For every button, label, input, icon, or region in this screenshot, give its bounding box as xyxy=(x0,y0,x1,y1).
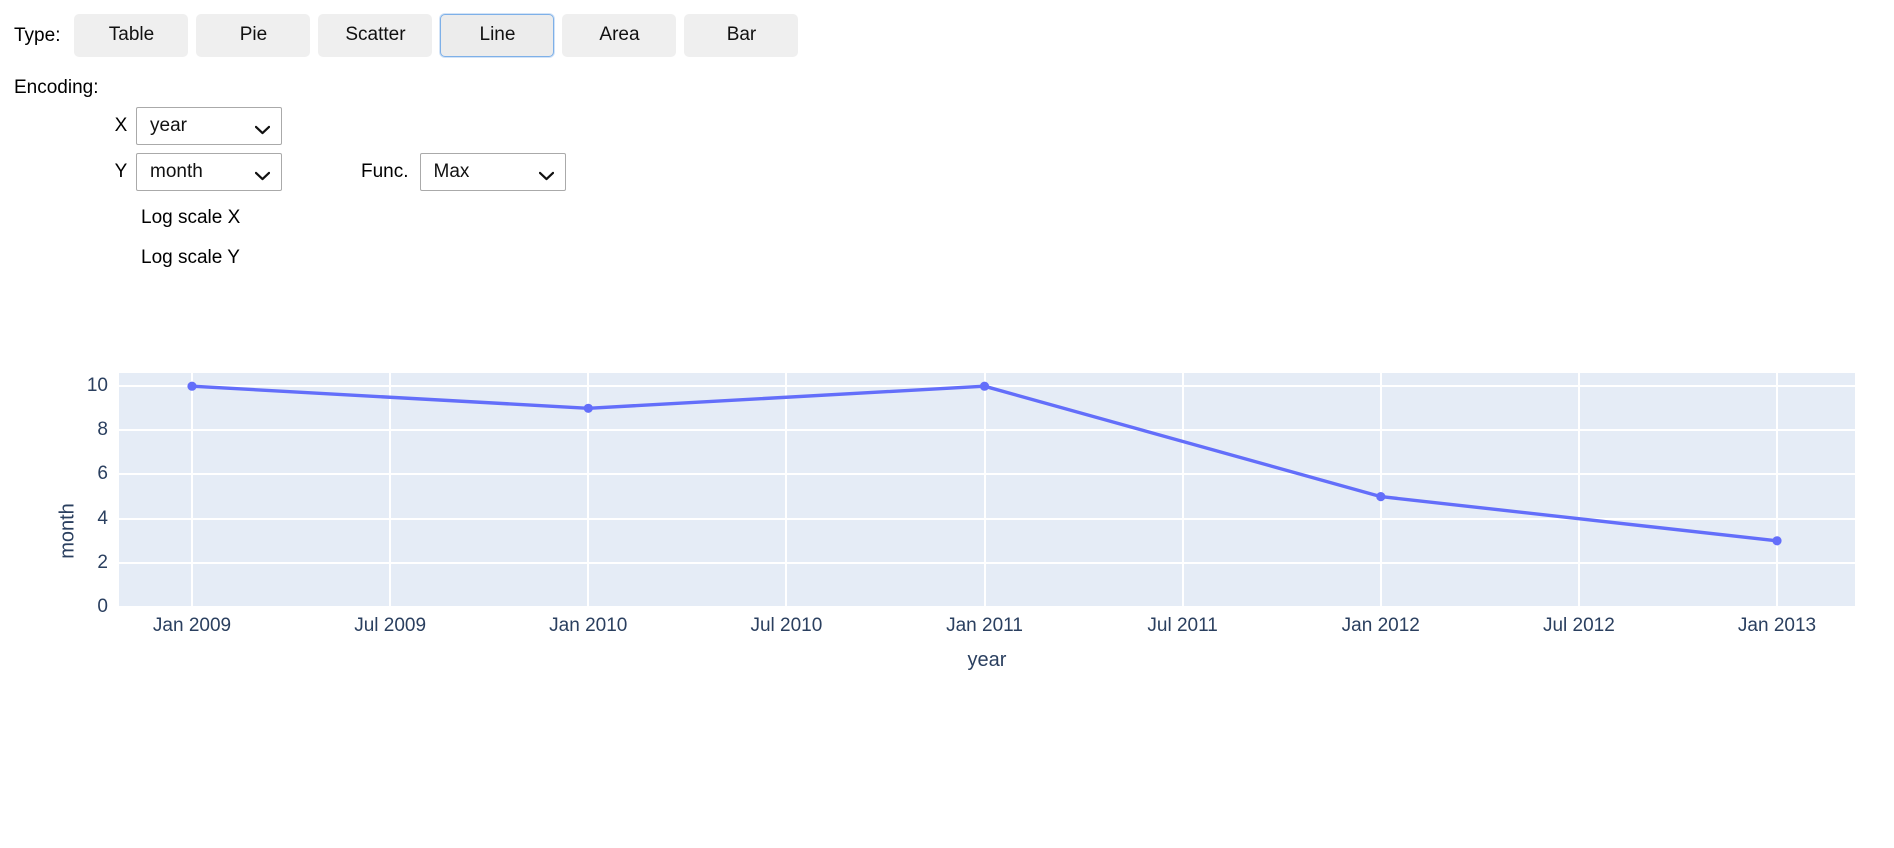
func-value: Max xyxy=(421,162,470,181)
trace-line xyxy=(192,386,1777,541)
chevron-down-icon xyxy=(255,167,270,176)
y-axis-tick-label: 8 xyxy=(48,419,108,441)
chevron-down-icon xyxy=(539,167,554,176)
chart-type-button-line[interactable]: Line xyxy=(440,14,554,57)
y-field-select[interactable]: month xyxy=(136,153,282,191)
y-axis-tick-label: 10 xyxy=(48,375,108,397)
x-axis-tick-label: Jan 2012 xyxy=(1342,615,1420,637)
func-select[interactable]: Max xyxy=(420,153,566,191)
x-axis-tick-label: Jan 2009 xyxy=(153,615,231,637)
log-scale-y-label: Log scale Y xyxy=(141,247,240,269)
x-axis-tick-label: Jan 2010 xyxy=(549,615,627,637)
func-label: Func. xyxy=(361,161,409,183)
chevron-down-icon xyxy=(255,121,270,130)
controls-panel: Type: Table Pie Scatter Line Area Bar En… xyxy=(0,0,1894,269)
log-scale-x-label: Log scale X xyxy=(141,207,240,229)
y-field-value: month xyxy=(137,162,203,181)
x-axis-tick-label: Jul 2010 xyxy=(750,615,822,637)
x-axis-tick-label: Jul 2012 xyxy=(1543,615,1615,637)
x-axis-tick-label: Jan 2011 xyxy=(946,615,1023,637)
log-scale-y-row[interactable]: Log scale Y xyxy=(141,247,1894,269)
data-point-marker[interactable] xyxy=(187,381,196,390)
x-axis-tick-label: Jul 2011 xyxy=(1147,615,1217,637)
x-field-value: year xyxy=(137,116,187,135)
data-point-marker[interactable] xyxy=(980,381,989,390)
x-field-select[interactable]: year xyxy=(136,107,282,145)
chart-type-button-area[interactable]: Area xyxy=(562,14,676,57)
data-point-marker[interactable] xyxy=(1376,492,1385,501)
x-axis-title: year xyxy=(968,649,1007,672)
chart-type-button-pie[interactable]: Pie xyxy=(196,14,310,57)
y-encoding-row: Y month Func. Max xyxy=(14,153,1894,191)
chart-type-button-table[interactable]: Table xyxy=(74,14,188,57)
x-encoding-row: X year xyxy=(14,107,1894,145)
x-axis-tick-label: Jan 2013 xyxy=(1738,615,1816,637)
chart-type-button-bar[interactable]: Bar xyxy=(684,14,798,57)
x-axis-label: X xyxy=(106,115,136,137)
x-axis-tick-label: Jul 2009 xyxy=(354,615,426,637)
plot-area[interactable] xyxy=(119,373,1855,607)
chart-type-selector: Type: Table Pie Scatter Line Area Bar xyxy=(14,14,1894,57)
encoding-section-label: Encoding: xyxy=(14,77,1894,99)
y-axis-tick-label: 6 xyxy=(48,463,108,485)
data-point-marker[interactable] xyxy=(584,404,593,413)
chart-container[interactable]: month year Jan 2009Jul 2009Jan 2010Jul 2… xyxy=(0,371,1894,691)
chart-type-button-scatter[interactable]: Scatter xyxy=(318,14,432,57)
y-axis-tick-label: 4 xyxy=(48,508,108,530)
y-axis-tick-label: 2 xyxy=(48,552,108,574)
line-trace xyxy=(119,373,1855,607)
y-axis-tick-label: 0 xyxy=(48,596,108,618)
y-axis-label: Y xyxy=(106,161,136,183)
data-point-marker[interactable] xyxy=(1772,536,1781,545)
log-scale-x-row[interactable]: Log scale X xyxy=(141,207,1894,229)
chart-type-label: Type: xyxy=(14,26,60,45)
